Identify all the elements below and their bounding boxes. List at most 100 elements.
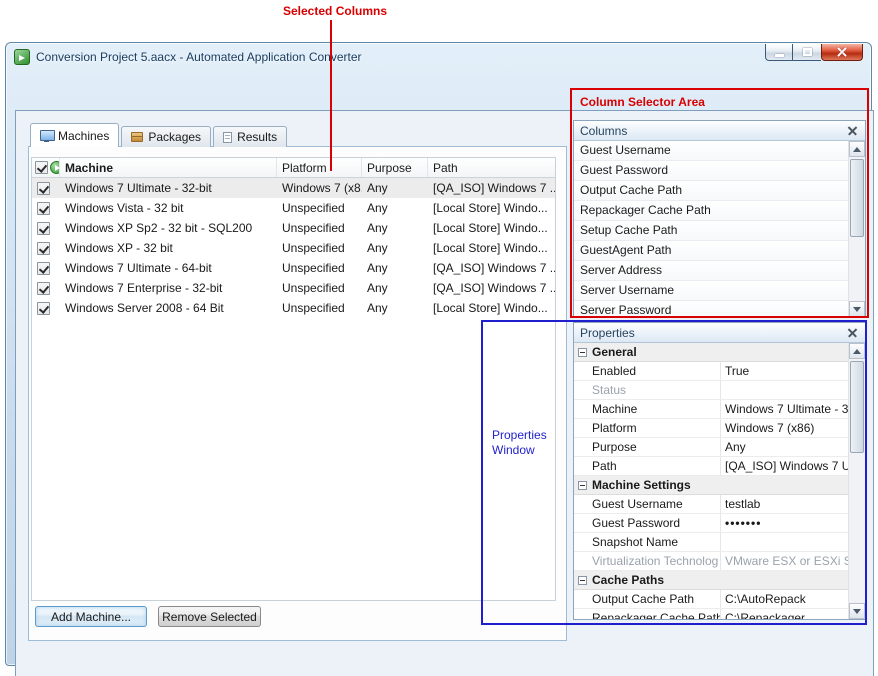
close-icon	[836, 47, 848, 57]
property-row[interactable]: Path [QA_ISO] Windows 7 Ul	[574, 457, 848, 476]
annotation-pointer-line	[330, 20, 332, 171]
cell-machine: Windows Vista - 32 bit	[60, 198, 277, 218]
scroll-up-button[interactable]	[849, 343, 865, 359]
property-row[interactable]: Platform Windows 7 (x86)	[574, 419, 848, 438]
list-item[interactable]: Repackager Cache Path	[574, 201, 848, 221]
table-row[interactable]: Windows 7 Enterprise - 32-bit Unspecifie…	[32, 278, 555, 298]
collapse-icon[interactable]	[578, 481, 587, 490]
scroll-thumb[interactable]	[850, 159, 864, 237]
row-checkbox[interactable]	[37, 302, 50, 315]
cell-purpose: Any	[362, 198, 428, 218]
list-item[interactable]: Guest Username	[574, 141, 848, 161]
list-item[interactable]: GuestAgent Path	[574, 241, 848, 261]
row-checkbox[interactable]	[37, 242, 50, 255]
property-label: Machine	[574, 400, 720, 418]
column-header-path[interactable]: Path	[428, 158, 555, 177]
scroll-thumb[interactable]	[850, 361, 864, 453]
close-button[interactable]	[821, 44, 863, 61]
property-value[interactable]: C:\Repackager	[720, 609, 848, 619]
row-checkbox[interactable]	[37, 182, 50, 195]
property-row[interactable]: Virtualization Technolog VMware ESX or E…	[574, 552, 848, 571]
tab-packages-label: Packages	[148, 130, 201, 144]
property-value[interactable]: C:\AutoRepack	[720, 590, 848, 608]
list-item[interactable]: Server Password	[574, 301, 848, 317]
properties-panel-close-button[interactable]	[846, 326, 859, 339]
tab-packages[interactable]: Packages	[121, 126, 211, 147]
tab-results[interactable]: Results	[213, 126, 287, 147]
property-value[interactable]: Windows 7 (x86)	[720, 419, 848, 437]
table-row[interactable]: Windows Server 2008 - 64 Bit Unspecified…	[32, 298, 555, 318]
columns-scrollbar[interactable]	[848, 141, 865, 317]
column-header-platform[interactable]: Platform	[277, 158, 362, 177]
titlebar: Conversion Project 5.aacx - Automated Ap…	[14, 45, 863, 69]
close-icon	[847, 328, 858, 337]
property-row[interactable]: Enabled True	[574, 362, 848, 381]
property-group-cache-paths[interactable]: Cache Paths	[574, 571, 848, 590]
list-item[interactable]: Setup Cache Path	[574, 221, 848, 241]
cell-platform: Unspecified	[277, 198, 362, 218]
table-row[interactable]: Windows XP Sp2 - 32 bit - SQL200 Unspeci…	[32, 218, 555, 238]
row-checkbox[interactable]	[37, 202, 50, 215]
cell-purpose: Any	[362, 278, 428, 298]
minimize-button[interactable]	[765, 44, 793, 61]
property-value[interactable]: Windows 7 Ultimate - 3	[720, 400, 848, 418]
property-value[interactable]: Any	[720, 438, 848, 456]
row-checkbox[interactable]	[37, 262, 50, 275]
cell-path: [Local Store] Windo...	[428, 238, 555, 258]
table-row[interactable]: Windows 7 Ultimate - 32-bit Windows 7 (x…	[32, 178, 555, 198]
property-label: Purpose	[574, 438, 720, 456]
tab-machines[interactable]: Machines	[30, 123, 119, 147]
list-item[interactable]: Server Address	[574, 261, 848, 281]
property-label: Path	[574, 457, 720, 475]
property-value[interactable]	[720, 533, 848, 551]
property-value[interactable]: [QA_ISO] Windows 7 Ul	[720, 457, 848, 475]
remove-selected-button[interactable]: Remove Selected	[158, 606, 261, 627]
cell-path: [Local Store] Windo...	[428, 218, 555, 238]
property-group-machine-settings[interactable]: Machine Settings	[574, 476, 848, 495]
scroll-down-button[interactable]	[849, 603, 865, 619]
property-row[interactable]: Status	[574, 381, 848, 400]
column-header-machine[interactable]: Machine	[60, 158, 277, 177]
columns-panel-close-button[interactable]	[846, 124, 859, 137]
machines-tab-icon	[40, 130, 53, 142]
window-controls	[765, 44, 863, 61]
table-row[interactable]: Windows 7 Ultimate - 64-bit Unspecified …	[32, 258, 555, 278]
property-row[interactable]: Snapshot Name	[574, 533, 848, 552]
table-row[interactable]: Windows Vista - 32 bit Unspecified Any […	[32, 198, 555, 218]
add-machine-button[interactable]: Add Machine...	[35, 606, 147, 627]
table-row[interactable]: Windows XP - 32 bit Unspecified Any [Loc…	[32, 238, 555, 258]
property-value[interactable]: testlab	[720, 495, 848, 513]
property-label: Enabled	[574, 362, 720, 380]
maximize-button[interactable]	[793, 44, 821, 61]
cell-path: [QA_ISO] Windows 7 ...	[428, 178, 555, 198]
property-row[interactable]: Purpose Any	[574, 438, 848, 457]
run-all-icon[interactable]	[50, 161, 60, 174]
list-item[interactable]: Output Cache Path	[574, 181, 848, 201]
property-label: Guest Password	[574, 514, 720, 532]
row-checkbox[interactable]	[37, 222, 50, 235]
property-row[interactable]: Machine Windows 7 Ultimate - 3	[574, 400, 848, 419]
select-all-checkbox[interactable]	[35, 161, 48, 174]
list-item[interactable]: Server Username	[574, 281, 848, 301]
property-label: Guest Username	[574, 495, 720, 513]
scroll-down-button[interactable]	[849, 301, 865, 317]
column-header-purpose[interactable]: Purpose	[362, 158, 428, 177]
property-value[interactable]: True	[720, 362, 848, 380]
collapse-icon[interactable]	[578, 576, 587, 585]
property-row[interactable]: Repackager Cache Path C:\Repackager	[574, 609, 848, 619]
list-item[interactable]: Guest Password	[574, 161, 848, 181]
property-row[interactable]: Guest Username testlab	[574, 495, 848, 514]
cell-machine: Windows XP - 32 bit	[60, 238, 277, 258]
cell-purpose: Any	[362, 238, 428, 258]
collapse-icon[interactable]	[578, 348, 587, 357]
property-row[interactable]: Output Cache Path C:\AutoRepack	[574, 590, 848, 609]
property-group-label: Machine Settings	[592, 478, 691, 492]
property-row[interactable]: Guest Password •••••••	[574, 514, 848, 533]
properties-panel-title: Properties	[580, 326, 846, 340]
row-checkbox[interactable]	[37, 282, 50, 295]
property-group-general[interactable]: General	[574, 343, 848, 362]
header-select-cell	[32, 158, 60, 177]
properties-scrollbar[interactable]	[848, 343, 865, 619]
property-value[interactable]: •••••••	[720, 514, 848, 532]
scroll-up-button[interactable]	[849, 141, 865, 157]
